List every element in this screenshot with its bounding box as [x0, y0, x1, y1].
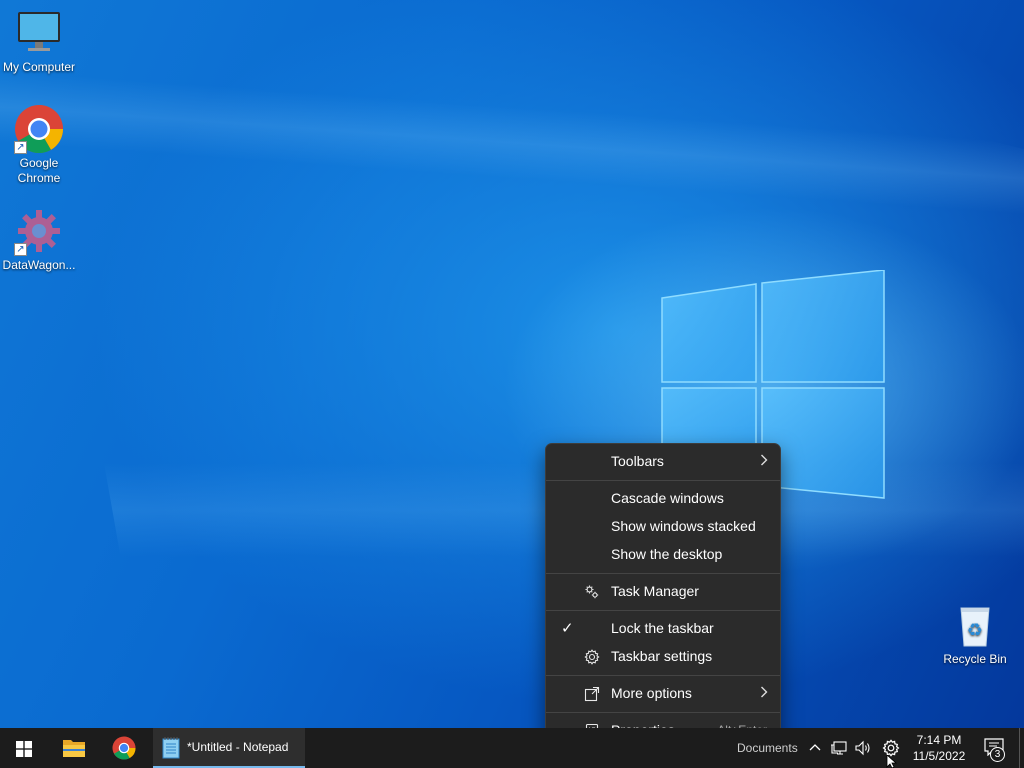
taskbar[interactable]: *Untitled - Notepad Documents 7:14 PM 11…: [0, 728, 1024, 768]
taskbar-chrome[interactable]: [100, 728, 148, 768]
taskbar-app-title: *Untitled - Notepad: [187, 740, 289, 754]
menu-item-taskbar-settings[interactable]: Taskbar settings: [546, 643, 780, 671]
chevron-right-icon: [760, 685, 768, 701]
clock-time: 7:14 PM: [916, 733, 962, 747]
datawagon-gear-icon: ↗: [14, 206, 64, 256]
desktop-icon-label: Recycle Bin: [943, 652, 1007, 666]
menu-separator: [546, 675, 780, 676]
desktop-icon-datawagon[interactable]: ↗ DataWagon...: [0, 206, 78, 273]
show-desktop-button[interactable]: [1019, 728, 1024, 768]
menu-item-label: Lock the taskbar: [611, 620, 714, 636]
clock-date: 11/5/2022: [912, 749, 966, 763]
network-icon[interactable]: [830, 739, 848, 757]
menu-item-show-windows-stacked[interactable]: Show windows stacked: [546, 513, 780, 541]
menu-item-toolbars[interactable]: Toolbars: [546, 448, 780, 476]
menu-item-show-desktop[interactable]: Show the desktop: [546, 541, 780, 569]
menu-item-label: Show the desktop: [611, 546, 723, 562]
menu-item-more-options[interactable]: More options: [546, 680, 780, 708]
desktop-icon-google-chrome[interactable]: ↗ Google Chrome: [0, 104, 78, 186]
shortcut-arrow-icon: ↗: [14, 141, 27, 154]
chrome-icon: ↗: [14, 104, 64, 154]
notepad-icon: [162, 737, 180, 759]
taskbar-file-explorer[interactable]: [50, 728, 98, 768]
menu-item-label: Show windows stacked: [611, 518, 756, 534]
shortcut-arrow-icon: ↗: [14, 243, 27, 256]
desktop-icon-label: My Computer: [2, 60, 76, 74]
menu-item-label: More options: [611, 685, 692, 701]
menu-item-label: Taskbar settings: [611, 648, 713, 664]
menu-item-label: Toolbars: [611, 453, 664, 469]
volume-icon[interactable]: [854, 739, 872, 757]
open-external-icon: [584, 686, 600, 702]
desktop-icon-label: Google Chrome: [17, 156, 61, 185]
menu-separator: [546, 480, 780, 481]
chevron-up-icon[interactable]: [806, 739, 824, 757]
menu-separator: [546, 712, 780, 713]
notification-count-badge: 3: [990, 747, 1005, 762]
chevron-right-icon: [760, 453, 768, 469]
taskbar-context-menu: Toolbars Cascade windows Show windows st…: [545, 443, 781, 748]
recycle-bin-icon: ♻: [950, 600, 1000, 650]
monitor-icon: [14, 8, 64, 58]
windows-start-icon: [16, 741, 32, 757]
desktop-icon-label: DataWagon...: [2, 258, 76, 272]
desktop[interactable]: My Computer ↗ Google Chrome ↗ DataWagon.…: [0, 0, 1024, 728]
checkmark-icon: ✓: [561, 620, 574, 637]
menu-item-lock-taskbar[interactable]: ✓ Lock the taskbar: [546, 615, 780, 643]
system-clock[interactable]: 7:14 PM 11/5/2022: [908, 732, 970, 764]
menu-item-cascade-windows[interactable]: Cascade windows: [546, 485, 780, 513]
action-center-button[interactable]: 3: [978, 728, 1018, 768]
start-button[interactable]: [0, 728, 48, 768]
svg-text:♻: ♻: [967, 620, 983, 641]
documents-toolbar[interactable]: Documents: [737, 741, 798, 755]
menu-item-task-manager[interactable]: Task Manager: [546, 578, 780, 606]
desktop-icon-my-computer[interactable]: My Computer: [0, 8, 78, 75]
menu-item-label: Cascade windows: [611, 490, 724, 506]
menu-item-label: Task Manager: [611, 583, 699, 599]
gear-icon: [584, 649, 600, 665]
mouse-cursor-icon: [886, 755, 898, 768]
task-manager-icon: [584, 584, 600, 600]
taskbar-notepad-window[interactable]: *Untitled - Notepad: [153, 728, 305, 768]
menu-separator: [546, 573, 780, 574]
menu-separator: [546, 610, 780, 611]
folder-icon: [63, 740, 85, 757]
chrome-icon: [112, 736, 136, 760]
desktop-icon-recycle-bin[interactable]: ♻ Recycle Bin: [936, 600, 1014, 667]
